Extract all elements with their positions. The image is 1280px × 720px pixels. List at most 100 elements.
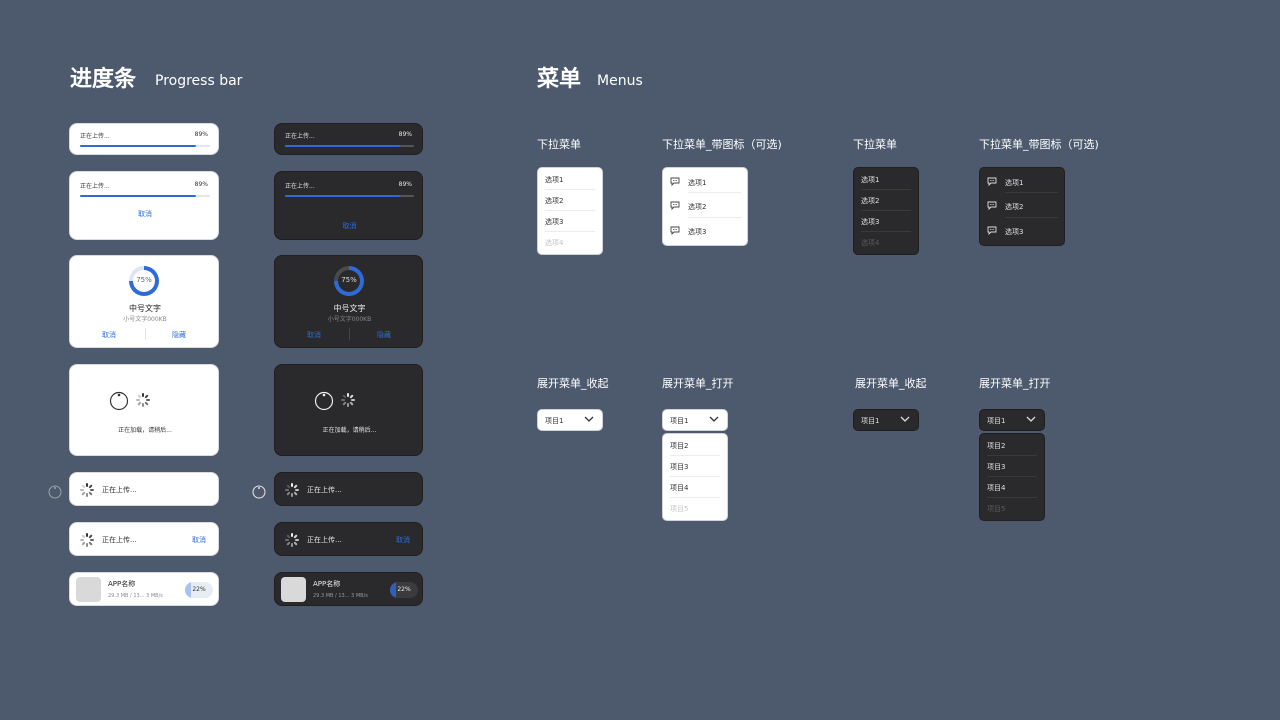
menu-item[interactable]: 选项1: [545, 175, 563, 185]
menu-item-disabled: 选项4: [545, 239, 564, 247]
ring-progress: 75%: [334, 266, 364, 296]
spinner-icon: [80, 533, 94, 547]
spinner-tick: [88, 491, 93, 496]
menu-item[interactable]: 项目4: [670, 483, 688, 493]
spinner-tick: [90, 539, 94, 541]
cancel-button[interactable]: 取消: [192, 535, 206, 545]
select-options-list: 项目2 项目3 项目4 项目5: [662, 433, 728, 521]
divider: [545, 189, 595, 190]
chevron-down-icon: [1026, 416, 1036, 422]
upload-status-text: 正在上传...: [307, 536, 342, 544]
upload-status-text: 正在上传...: [285, 183, 315, 190]
menu-item[interactable]: 项目2: [670, 441, 688, 451]
spinner-tick: [137, 394, 142, 399]
menu-item[interactable]: 项目3: [987, 462, 1005, 472]
spinner-tick: [286, 541, 291, 546]
select-value: 项目1: [670, 417, 689, 425]
open-heading-dark: 展开菜单_打开: [979, 377, 1051, 390]
spinner-tick: [291, 543, 293, 547]
upload-progress-card: 正在上传... 89%: [69, 123, 219, 155]
divider: [987, 455, 1037, 456]
spinner-tick: [351, 399, 355, 401]
spinner-tick: [291, 493, 293, 497]
chat-bubble-icon: [670, 177, 680, 186]
upload-status-text: 正在上传...: [285, 133, 315, 140]
spinner-tick: [136, 399, 140, 401]
small-text: 小号文字000KB: [327, 316, 372, 323]
spinner-tick: [80, 489, 84, 491]
upload-status-text: 正在上传...: [102, 536, 137, 544]
menu-item[interactable]: 项目3: [670, 462, 688, 472]
select-collapsed-dark[interactable]: 项目1: [853, 409, 919, 431]
loading-circle-icon: [48, 485, 62, 499]
upload-status-text: 正在上传...: [307, 486, 342, 494]
hide-button[interactable]: 隐藏: [172, 330, 186, 340]
chevron-down-icon: [709, 416, 719, 422]
cancel-button[interactable]: 取消: [396, 535, 410, 545]
menu-item[interactable]: 选项2: [861, 196, 879, 206]
spinner-tick: [295, 489, 299, 491]
chat-bubble-icon: [987, 201, 997, 210]
uploading-toast-cancel: 正在上传... 取消: [69, 522, 219, 556]
collapsed-heading: 展开菜单_收起: [537, 377, 609, 390]
menu-item[interactable]: 选项1: [861, 175, 879, 185]
loading-text: 正在加载，请稍后...: [322, 427, 377, 434]
spinner-tick: [90, 489, 94, 491]
spinner-tick: [286, 484, 291, 489]
loading-text: 正在加载，请稍后...: [118, 427, 172, 434]
upload-percent: 89%: [398, 181, 412, 188]
menu-item-disabled: 项目5: [987, 505, 1006, 513]
spinner-tick: [81, 541, 86, 546]
select-open-dark[interactable]: 项目1: [979, 409, 1045, 431]
upload-progress-card-dark: 正在上传... 89%: [274, 123, 423, 155]
upload-percent: 89%: [194, 181, 208, 188]
spinner-tick: [342, 394, 347, 399]
spinner-tick: [342, 401, 347, 406]
cancel-button[interactable]: 取消: [275, 221, 422, 231]
upload-percent: 89%: [194, 131, 208, 138]
divider: [670, 476, 720, 477]
select-collapsed[interactable]: 项目1: [537, 409, 603, 431]
spinner-tick: [81, 484, 86, 489]
divider: [861, 231, 911, 232]
menu-item[interactable]: 选项1: [1005, 178, 1023, 188]
cancel-button[interactable]: 取消: [102, 330, 116, 340]
divider: [545, 231, 595, 232]
progress-track: [80, 195, 210, 197]
loading-circle-icon: [109, 391, 129, 411]
spinner-tick: [137, 401, 142, 406]
menu-item[interactable]: 项目2: [987, 441, 1005, 451]
menu-item-disabled: 选项4: [861, 239, 880, 247]
menu-item[interactable]: 选项2: [1005, 202, 1023, 212]
progress-section-subtitle: Progress bar: [155, 73, 243, 89]
hide-button[interactable]: 隐藏: [377, 330, 391, 340]
menu-item[interactable]: 项目4: [987, 483, 1005, 493]
ring-progress: 75%: [129, 266, 159, 296]
app-percent: 22%: [192, 586, 206, 593]
spinner-tick: [80, 539, 84, 541]
spinner-tick: [142, 403, 144, 407]
app-download-card[interactable]: APP名称 29.3 MB / 13... 3 MB/s 22%: [69, 572, 219, 606]
app-download-card-dark[interactable]: APP名称 29.3 MB / 13... 3 MB/s 22%: [274, 572, 423, 606]
menu-item[interactable]: 选项1: [688, 178, 706, 188]
app-icon: [281, 577, 306, 602]
cancel-button[interactable]: 取消: [70, 209, 218, 219]
loading-circle-icon: [252, 485, 266, 499]
spinner-tick: [81, 491, 86, 496]
progress-fill: [80, 195, 196, 197]
cancel-button[interactable]: 取消: [307, 330, 321, 340]
menu-item[interactable]: 选项3: [545, 217, 563, 227]
menu-item-disabled: 项目5: [670, 505, 689, 513]
spinner-tick: [86, 493, 88, 497]
spinner-tick: [81, 534, 86, 539]
chat-bubble-icon: [987, 177, 997, 186]
select-open[interactable]: 项目1: [662, 409, 728, 431]
menu-item[interactable]: 选项2: [545, 196, 563, 206]
menu-item[interactable]: 选项3: [861, 217, 879, 227]
menu-item[interactable]: 选项3: [1005, 227, 1023, 237]
divider: [987, 497, 1037, 498]
progress-track: [285, 195, 414, 197]
menu-item[interactable]: 选项2: [688, 202, 706, 212]
divider: [688, 192, 741, 193]
menu-item[interactable]: 选项3: [688, 227, 706, 237]
